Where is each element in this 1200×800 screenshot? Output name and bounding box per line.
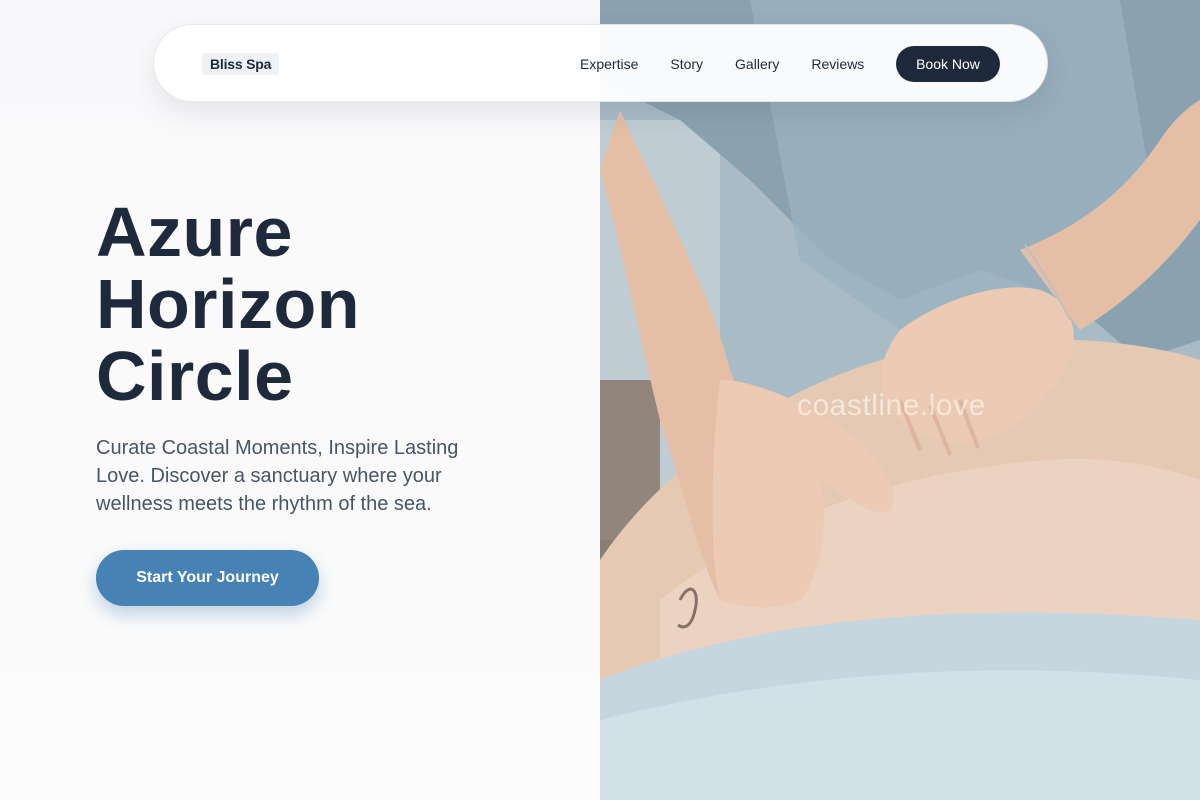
image-watermark: coastline.love: [797, 389, 986, 422]
hero-subtitle: Curate Coastal Moments, Inspire Lasting …: [96, 437, 459, 515]
top-navigation-bar: Bliss Spa Expertise Story Gallery Review…: [153, 24, 1048, 102]
hero-massage-image: coastline.love: [600, 0, 1200, 800]
nav-link-story[interactable]: Story: [670, 56, 703, 72]
start-journey-button[interactable]: Start Your Journey: [96, 550, 319, 606]
brand-logo[interactable]: Bliss Spa: [202, 53, 280, 75]
hero-title: Azure Horizon Circle: [96, 196, 556, 412]
book-now-button[interactable]: Book Now: [896, 46, 1000, 82]
nav-link-reviews[interactable]: Reviews: [811, 56, 864, 72]
nav-links: Expertise Story Gallery Reviews: [580, 25, 896, 103]
hero-title-line-1: Azure: [96, 193, 293, 271]
hero-title-line-2: Horizon: [96, 265, 361, 343]
nav-link-expertise[interactable]: Expertise: [580, 56, 638, 72]
page: coastline.love Bliss Spa Expertise Story…: [0, 0, 1200, 800]
nav-link-gallery[interactable]: Gallery: [735, 56, 779, 72]
hero-title-line-3: Circle: [96, 337, 294, 415]
